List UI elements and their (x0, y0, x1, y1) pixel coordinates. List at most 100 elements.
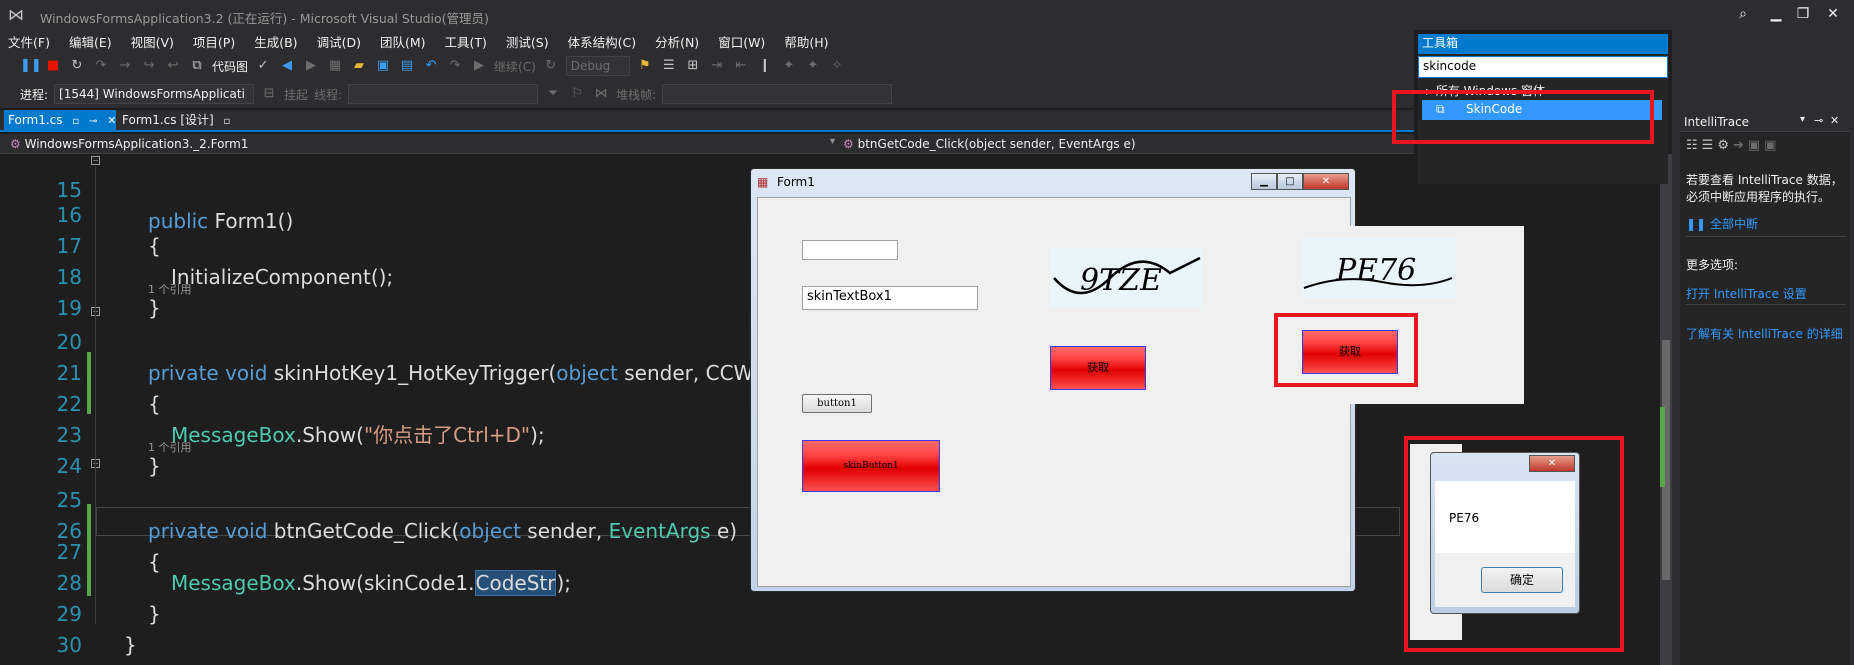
save-all-icon[interactable]: ▤ (398, 57, 416, 75)
menu-project[interactable]: 项目(P) (193, 32, 235, 51)
close-window-button[interactable]: ✕ (1820, 4, 1846, 24)
prev-bookmark-icon[interactable]: ✦ (780, 57, 798, 75)
next-bookmark-icon[interactable]: ✦ (804, 57, 822, 75)
clear-bookmarks-icon[interactable]: ✧ (828, 57, 846, 75)
captcha-image[interactable]: PE76 (1302, 238, 1456, 298)
form-maximize-button[interactable]: □ (1277, 173, 1303, 190)
skin-textbox[interactable]: skinTextBox1 (802, 286, 978, 310)
indent-icon[interactable]: ⇥ (708, 57, 726, 75)
go-icon[interactable]: ➔ (1733, 138, 1748, 153)
navigate-forward-icon[interactable]: ▶ (302, 57, 320, 75)
settings-icon[interactable]: ⚙ (1717, 138, 1733, 153)
code-line: 30 } (56, 633, 113, 665)
step-into-icon[interactable]: → (116, 57, 134, 75)
get-code-button[interactable]: 获取 (1050, 346, 1146, 390)
class-dropdown[interactable]: ⚙ WindowsFormsApplication3._2.Form1 (10, 135, 830, 153)
stackframe-dropdown[interactable] (662, 84, 893, 104)
save-icon[interactable]: ▣ (1748, 138, 1764, 153)
tab-label: Form1.cs [设计] (122, 113, 214, 127)
undo-icon[interactable]: ↶ (422, 57, 440, 75)
filter-icon[interactable]: ⏷ (544, 85, 562, 103)
minimize-button[interactable]: ▁ (1763, 4, 1789, 24)
form-minimize-button[interactable]: ▁ (1251, 173, 1277, 190)
export-icon[interactable]: ▣ (1764, 138, 1780, 153)
menu-window[interactable]: 窗口(W) (718, 32, 765, 51)
config-dropdown[interactable]: Debug (565, 56, 630, 76)
form-close-button[interactable]: ✕ (1303, 173, 1349, 190)
document-tabs: Form1.cs ▫ ⊸ ✕ Form1.cs [设计] ▫ (0, 110, 1414, 132)
tab-form1-cs[interactable]: Form1.cs ▫ ⊸ ✕ (4, 110, 116, 130)
pin-icon[interactable]: ⊸ (89, 116, 97, 127)
open-settings-link[interactable]: 打开 IntelliTrace 设置 (1686, 285, 1807, 302)
chevron-down-icon[interactable]: ▾ (830, 136, 835, 147)
intellitrace-header: IntelliTrace ▾ ⊸ ✕ (1680, 112, 1850, 132)
textbox-empty[interactable] (802, 240, 898, 260)
list-detail-icon[interactable]: ☰ (1702, 138, 1718, 153)
menu-architecture[interactable]: 体系结构(C) (568, 32, 636, 51)
thread-label: 线程: (314, 87, 343, 102)
captcha-text: PE76 (1335, 253, 1416, 288)
close-icon[interactable]: ✕ (1830, 114, 1839, 127)
list-icon[interactable]: ☷ (1686, 138, 1702, 153)
comment-icon[interactable]: ⊞ (684, 57, 702, 75)
stop-icon[interactable]: ■ (44, 57, 62, 75)
navigate-back-icon[interactable]: ◀ (278, 57, 296, 75)
open-file-icon[interactable]: ▰ (350, 57, 368, 75)
process-dropdown[interactable]: [1544] WindowsFormsApplicati (54, 84, 255, 104)
save-icon[interactable]: ▣ (374, 57, 392, 75)
highlight-box (1392, 90, 1654, 144)
continue-icon[interactable]: ▶ (470, 57, 488, 75)
class-icon: ⚙ (10, 137, 21, 151)
continue-label[interactable]: 继续(C) (494, 58, 536, 75)
threads-icon[interactable]: ⋈ (592, 85, 610, 103)
menu-help[interactable]: 帮助(H) (784, 32, 828, 51)
refresh-icon[interactable]: ↻ (542, 57, 560, 75)
captcha-image[interactable]: 9TZE (1050, 248, 1202, 308)
code-map-label[interactable]: 代码图 (212, 58, 248, 75)
menu-analyze[interactable]: 分析(N) (655, 32, 699, 51)
code-map-icon[interactable]: ⧉ (188, 57, 206, 75)
step-out-icon[interactable]: ↩ (164, 57, 182, 75)
align-icon[interactable]: ☰ (660, 57, 678, 75)
restart-icon[interactable]: ↻ (68, 57, 86, 75)
window-title: WindowsFormsApplication3.2 (正在运行) - Micr… (40, 11, 489, 26)
menu-tools[interactable]: 工具(T) (445, 32, 487, 51)
menu-build[interactable]: 生成(B) (254, 32, 297, 51)
menu-file[interactable]: 文件(F) (8, 32, 50, 51)
break-all-link[interactable]: ❚❚ 全部中断 (1686, 215, 1758, 232)
hex-display-icon[interactable]: ✓ (254, 57, 272, 75)
learn-more-link[interactable]: 了解有关 IntelliTrace 的详细 (1686, 325, 1843, 342)
pin-icon[interactable]: ⊸ (1814, 114, 1823, 127)
pause-icon[interactable]: ❚❚ (20, 57, 42, 75)
button1[interactable]: button1 (802, 394, 872, 413)
suspend-label[interactable]: 挂起 (284, 86, 308, 103)
new-project-icon[interactable]: ▦ (326, 57, 344, 75)
captcha-drawing: 9TZE (1053, 256, 1201, 298)
flag-icon[interactable]: ⚐ (568, 85, 586, 103)
tab-form1-designer[interactable]: Form1.cs [设计] ▫ (118, 110, 230, 130)
find-in-files-icon[interactable]: ⚑ (636, 57, 654, 75)
skin-button1[interactable]: skinButton1 (802, 440, 940, 492)
menu-view[interactable]: 视图(V) (131, 32, 174, 51)
tab-label: Form1.cs (8, 113, 63, 127)
step-over-icon[interactable]: ↪ (140, 57, 158, 75)
thread-dropdown[interactable] (348, 84, 539, 104)
menu-team[interactable]: 团队(M) (380, 32, 426, 51)
captcha-text: 9TZE (1080, 263, 1162, 298)
show-next-statement-icon[interactable]: ↷ (92, 57, 110, 75)
close-tab-icon[interactable]: ✕ (107, 114, 116, 127)
member-dropdown[interactable]: ⚙ btnGetCode_Click(object sender, EventA… (843, 135, 1403, 153)
toolbox-search-input[interactable]: skincode (1418, 56, 1668, 78)
menu-test[interactable]: 测试(S) (506, 32, 549, 51)
suspend-icon[interactable]: ⊟ (260, 85, 278, 103)
search-icon[interactable]: ⌕ (1730, 4, 1756, 24)
bookmark-icon[interactable]: ❙ (756, 57, 774, 75)
restore-button[interactable]: ❐ (1790, 4, 1816, 24)
chevron-down-icon[interactable]: ▾ (1800, 114, 1805, 125)
outdent-icon[interactable]: ⇤ (732, 57, 750, 75)
intellitrace-panel: IntelliTrace ▾ ⊸ ✕ ☷☰⚙➔▣▣ 若要查看 IntelliTr… (1680, 112, 1850, 665)
intellitrace-toolbar: ☷☰⚙➔▣▣ (1686, 138, 1780, 153)
menu-edit[interactable]: 编辑(E) (69, 32, 112, 51)
redo-icon[interactable]: ↷ (446, 57, 464, 75)
menu-debug[interactable]: 调试(D) (317, 32, 361, 51)
